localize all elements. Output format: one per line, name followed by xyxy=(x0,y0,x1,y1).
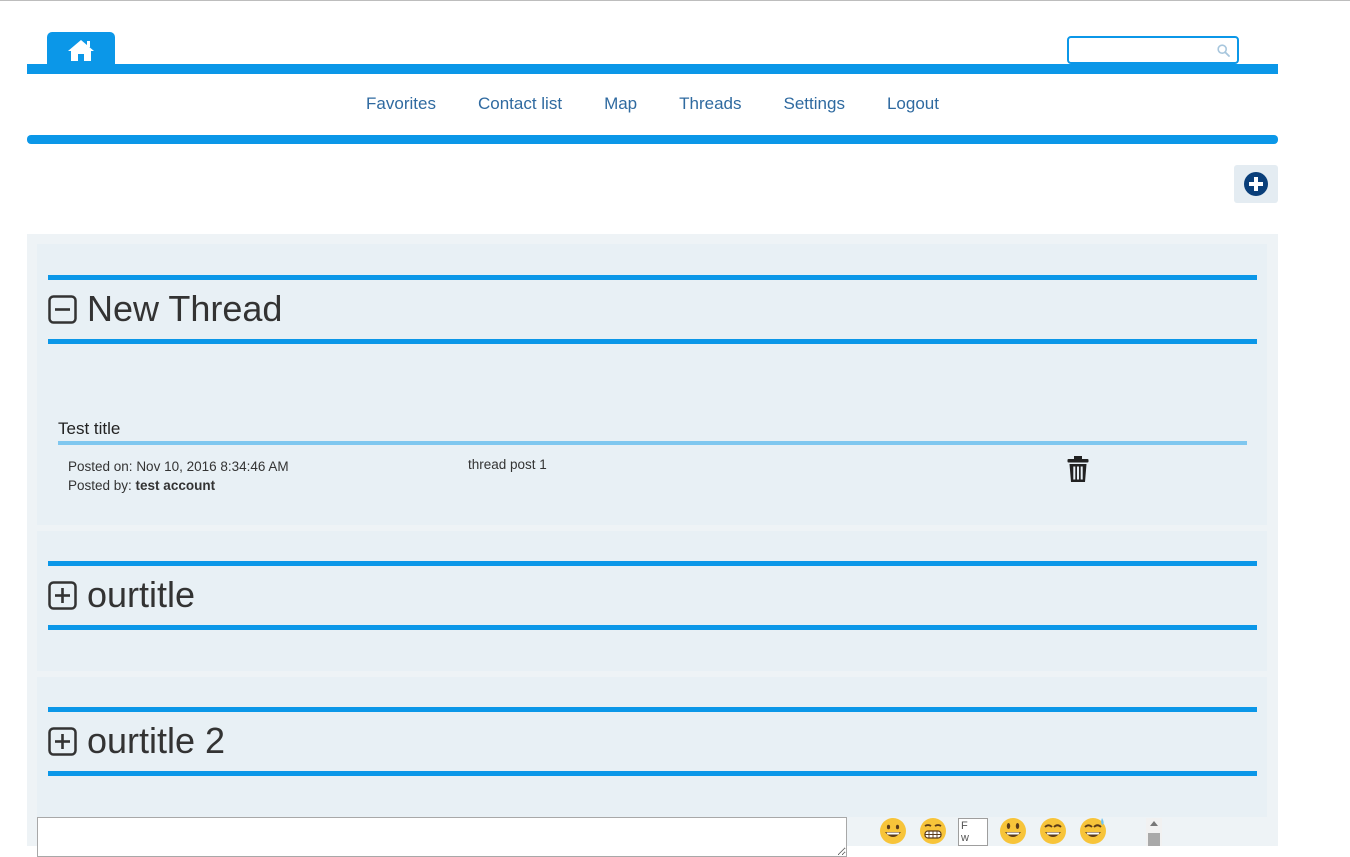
emoji-scrollbar[interactable] xyxy=(1146,818,1162,846)
threads-list: New Thread Test title Posted on: Nov 10,… xyxy=(27,234,1278,846)
header-bar xyxy=(27,64,1278,74)
post-body: thread post 1 xyxy=(468,457,547,472)
nav-favorites[interactable]: Favorites xyxy=(345,94,457,114)
thread-post: Test title Posted on: Nov 10, 2016 8:34:… xyxy=(58,419,1247,509)
smiley-face-icon[interactable] xyxy=(998,816,1028,846)
nav-bottom-bar xyxy=(27,135,1278,144)
thread-rule-bottom xyxy=(48,625,1257,630)
nav-logout[interactable]: Logout xyxy=(866,94,960,114)
thread-rule-top xyxy=(48,707,1257,712)
thread-rule-top xyxy=(48,275,1257,280)
thread-header[interactable]: ourtitle xyxy=(48,574,195,616)
posted-on-label: Posted on: xyxy=(68,459,137,474)
home-tab[interactable] xyxy=(47,32,115,68)
grimacing-face-icon[interactable] xyxy=(918,816,948,846)
main-nav: Favorites Contact list Map Threads Setti… xyxy=(27,74,1278,134)
thread-header[interactable]: ourtitle 2 xyxy=(48,720,225,762)
search-icon[interactable] xyxy=(1217,44,1230,57)
thread-title: ourtitle 2 xyxy=(87,720,226,761)
posted-on-date: Nov 10, 2016 8:34:46 AM xyxy=(136,459,289,474)
nav-contact-list[interactable]: Contact list xyxy=(457,94,583,114)
compose-input[interactable] xyxy=(37,817,847,857)
thread-rule-bottom xyxy=(48,771,1257,776)
plus-circle-icon xyxy=(1244,172,1268,196)
sweat-smile-face-icon[interactable] xyxy=(1078,816,1108,846)
post-meta: Posted on: Nov 10, 2016 8:34:46 AM Poste… xyxy=(68,457,289,495)
thread-panel: New Thread Test title Posted on: Nov 10,… xyxy=(37,244,1267,525)
posted-on: Posted on: Nov 10, 2016 8:34:46 AM xyxy=(68,457,289,476)
broken-image[interactable]: F w xyxy=(958,818,988,846)
posted-by-author: test account xyxy=(135,478,216,493)
home-icon xyxy=(68,40,94,61)
nav-settings[interactable]: Settings xyxy=(763,94,866,114)
add-thread-button[interactable] xyxy=(1234,165,1278,203)
nav-map[interactable]: Map xyxy=(583,94,658,114)
thread-title: New Thread xyxy=(87,288,283,329)
plus-square-icon[interactable] xyxy=(48,580,77,610)
scroll-up-arrow[interactable] xyxy=(1150,821,1158,826)
minus-square-icon[interactable] xyxy=(48,294,77,324)
window-top-border xyxy=(0,0,1350,1)
thread-rule-bottom xyxy=(48,339,1257,344)
post-rule xyxy=(58,441,1247,445)
plus-square-icon[interactable] xyxy=(48,726,77,756)
nav-threads[interactable]: Threads xyxy=(658,94,762,114)
thread-rule-top xyxy=(48,561,1257,566)
scroll-thumb[interactable] xyxy=(1148,833,1160,846)
trash-icon[interactable] xyxy=(1066,455,1090,483)
thread-header[interactable]: New Thread xyxy=(48,288,282,330)
thread-panel: ourtitle xyxy=(37,531,1267,671)
search-box[interactable] xyxy=(1067,36,1239,64)
posted-by: Posted by: test account xyxy=(68,476,289,495)
grinning-face-icon[interactable] xyxy=(878,816,908,846)
thread-title: ourtitle xyxy=(87,574,196,615)
search-input[interactable] xyxy=(1075,42,1217,60)
smile-face-icon[interactable] xyxy=(1038,816,1068,846)
thread-panel: ourtitle 2 xyxy=(37,677,1267,817)
posted-by-label: Posted by: xyxy=(68,478,136,493)
post-title: Test title xyxy=(58,419,121,438)
